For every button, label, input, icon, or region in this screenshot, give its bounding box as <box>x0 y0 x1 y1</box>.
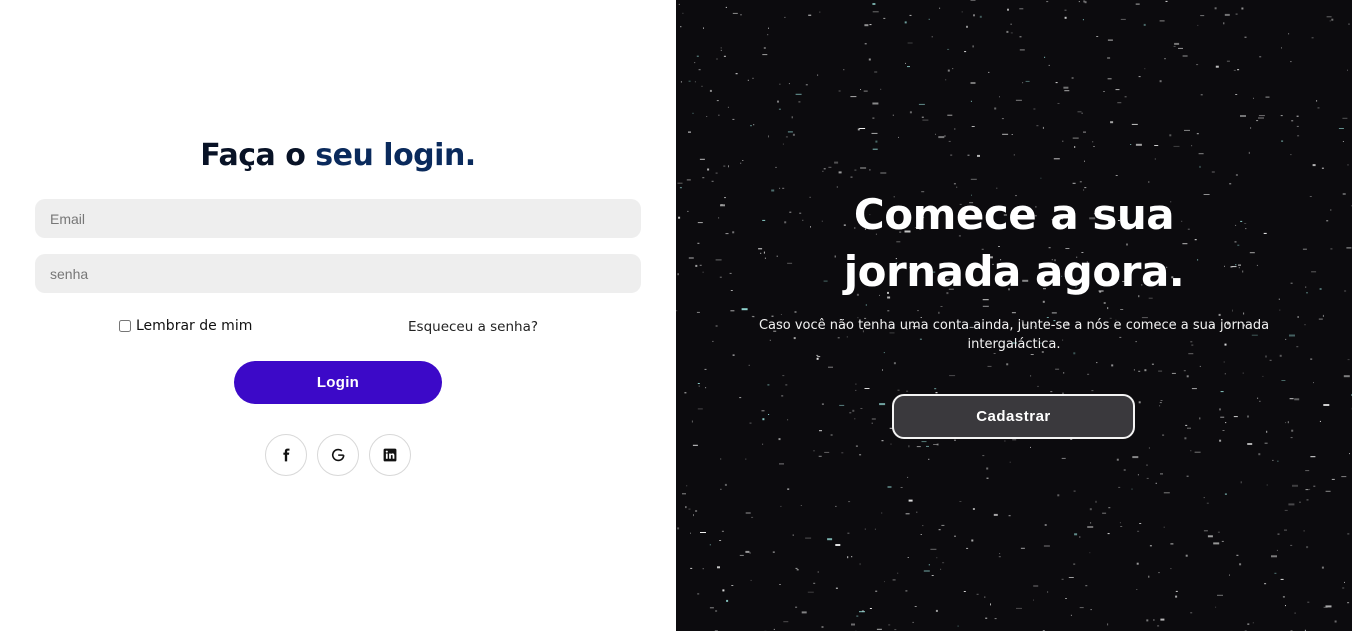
login-button[interactable]: Login <box>234 361 442 404</box>
signup-title-line1: Comece a sua <box>853 190 1175 239</box>
password-input[interactable] <box>35 254 641 293</box>
login-title-part2: seu login. <box>305 138 476 173</box>
email-input[interactable] <box>35 199 641 238</box>
facebook-icon <box>283 448 290 462</box>
signup-title-line2: jornada agora. <box>843 247 1185 296</box>
signup-title: Comece a sua jornada agora. <box>676 186 1352 300</box>
signup-description: Caso você não tenha uma conta ainda, jun… <box>758 318 1270 352</box>
signup-button[interactable]: Cadastrar <box>892 394 1135 439</box>
remember-me[interactable]: Lembrar de mim <box>119 318 252 334</box>
remember-me-label: Lembrar de mim <box>136 318 253 334</box>
login-title-part1: Faça o <box>200 138 306 173</box>
linkedin-icon <box>383 448 397 462</box>
google-icon <box>332 448 345 462</box>
login-title: Faça o seu login. <box>0 138 676 173</box>
signup-panel: Comece a sua jornada agora. Caso você nã… <box>676 0 1352 631</box>
login-panel: Faça o seu login. Lembrar de mim Esquece… <box>0 0 676 631</box>
linkedin-login-button[interactable] <box>369 434 411 476</box>
remember-me-checkbox[interactable] <box>119 320 131 332</box>
forgot-password-link[interactable]: Esqueceu a senha? <box>408 319 538 335</box>
facebook-login-button[interactable] <box>265 434 307 476</box>
google-login-button[interactable] <box>317 434 359 476</box>
